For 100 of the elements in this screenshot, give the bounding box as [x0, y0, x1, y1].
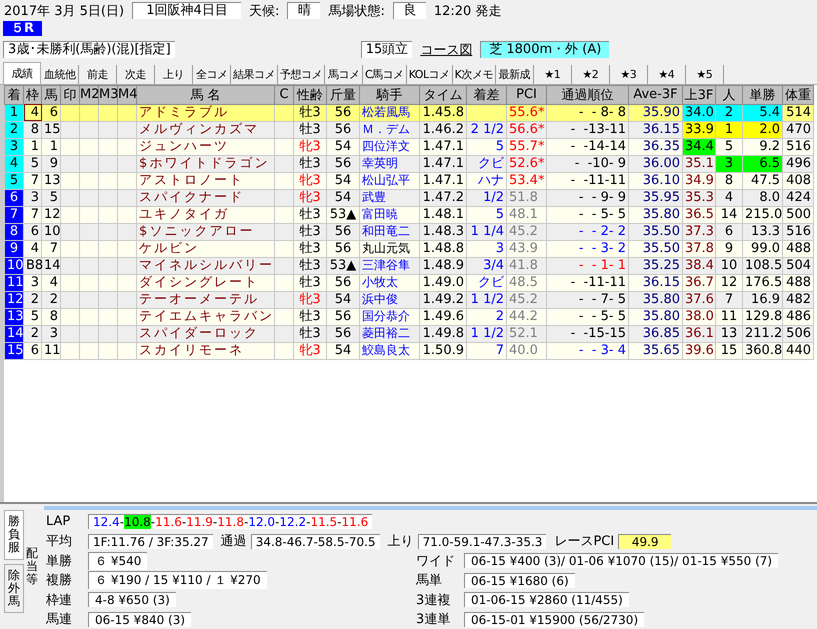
course-map-link[interactable]: コース図 [420, 40, 472, 59]
column-header[interactable]: M4 [118, 85, 136, 104]
table-row[interactable]: 11 3 4 ダイシングレート 牡3 56 小牧太 1.49.0 クビ 48.5 - -11-11 36.15 36.7 12 176.5 488 [4, 274, 814, 292]
tab[interactable]: 全コメ [193, 64, 231, 84]
table-row[interactable]: 2 8 15 メルヴィンカズマ 牡3 56 Ｍ．デム 1.46.2 2 1/2 56.6* - -13-11 36.15 33.9 1 2.0 470 [4, 121, 814, 138]
column-header[interactable]: 通過順位 [546, 85, 628, 104]
summary-field: 34.8-46.7-58.5-70.5 [250, 534, 380, 549]
sex-age-cell: 牝3 [294, 342, 326, 360]
tab[interactable]: 予想コメ [278, 64, 325, 84]
passing-order-cell: - - 3- 2 [546, 240, 628, 258]
column-header[interactable]: PCI [506, 85, 546, 104]
pci-cell: 56.6* [506, 121, 546, 138]
time-cell: 1.49.2 [420, 291, 466, 308]
popularity-cell: 7 [716, 291, 742, 308]
column-header[interactable]: 馬 名 [136, 85, 274, 104]
table-row[interactable]: 13 5 8 テイエムキャラバン 牡3 56 国分恭介 1.49.6 2 44.2 - - 5- 5 35.80 38.0 11 129.8 486 [4, 308, 814, 326]
lap-time: 12.0 [248, 515, 276, 530]
column-header[interactable]: M2 [80, 85, 98, 104]
margin-cell: 3/4 [466, 257, 506, 274]
payout-field: 06-15-01 ¥15900 (56/2730) [464, 612, 644, 627]
horse-name-cell: $ソニックアロー [136, 223, 274, 240]
column-header[interactable]: C [274, 85, 294, 104]
time-cell: 1.48.8 [420, 240, 466, 258]
table-row[interactable]: 5 7 13 アストロノート 牝3 54 松山弘平 1.47.1 ハナ 53.4* - -11-11 36.10 34.9 8 47.5 408 [4, 172, 814, 190]
column-header[interactable]: 性齢 [294, 85, 326, 104]
course-field: 芝 1800m・外 (A) [480, 41, 610, 58]
rank-cell: 7 [4, 206, 24, 224]
passing-order-cell: - -10- 9 [546, 155, 628, 172]
last-3f-cell: 35.1 [682, 155, 716, 172]
time-cell: 1.49.8 [420, 325, 466, 342]
tab[interactable]: 成績 [3, 62, 41, 84]
weight-cell: 54 [326, 342, 360, 360]
column-header[interactable]: 着差 [466, 85, 506, 104]
frame-cell: 4 [24, 104, 42, 122]
ave-3f-cell: 35.80 [628, 308, 682, 326]
column-header[interactable]: 斤量 [326, 85, 360, 104]
table-row[interactable]: 3 1 1 ジュンハーツ 牝3 54 四位洋文 1.47.1 5 55.7* - -14-14 36.35 34.4 5 9.2 516 [4, 138, 814, 156]
time-cell: 1.49.0 [420, 274, 466, 292]
odds-cell: 5.4 [742, 104, 782, 122]
column-header[interactable]: 上3F [682, 85, 716, 104]
lap-time: 11.8 [217, 515, 244, 530]
side-tab[interactable]: 除外馬 [4, 564, 24, 614]
payout-type-label: 単勝 [45, 552, 73, 570]
table-row[interactable]: 14 2 3 スパイダーロック 牡3 56 菱田裕二 1.49.8 1 1/2 52.1 - -15-15 36.85 36.1 13 211.2 506 [4, 325, 814, 342]
summary-field: 49.9 [618, 534, 672, 549]
body-weight-cell: 488 [782, 274, 814, 292]
last-3f-cell: 36.5 [682, 206, 716, 224]
table-row[interactable]: 8 6 10 $ソニックアロー 牡3 56 和田竜二 1.48.3 1 1/4 45.2 - - 2- 2 35.50 37.3 6 13.3 516 [4, 223, 814, 240]
column-header[interactable]: Ave-3F [628, 85, 682, 104]
column-header[interactable]: 印 [60, 85, 80, 104]
table-row[interactable]: 10 B8 14 マイネルシルバリー 牡3 53▲ 三津谷隼 1.48.9 3/4 41.8 - - 1- 1 35.25 38.4 10 108.5 504 [4, 257, 814, 274]
tab[interactable]: 結果コメ [231, 64, 278, 84]
tab[interactable]: 最新成 [496, 64, 534, 84]
margin-cell: 1 1/2 [466, 291, 506, 308]
passing-order-cell: - - 9- 9 [546, 189, 628, 206]
weight-cell: 53▲ [326, 206, 360, 224]
table-row[interactable]: 1 4 6 アドミラブル 牡3 56 松若風馬 1.45.8 55.6* - - 8- 8 35.90 34.0 2 5.4 514 [4, 104, 814, 122]
popularity-cell: 5 [716, 138, 742, 156]
column-header[interactable]: M3 [98, 85, 118, 104]
column-header[interactable]: 人 [716, 85, 742, 104]
table-row[interactable]: 4 5 9 $ホワイトドラゴン 牡3 56 幸英明 1.47.1 クビ 52.6* - -10- 9 36.00 35.1 3 6.5 496 [4, 155, 814, 172]
payout-field: 06-15 ¥840 (3) [88, 612, 192, 627]
column-header[interactable]: 馬 [42, 85, 60, 104]
column-header[interactable]: 体重 [782, 85, 814, 104]
time-cell: 1.47.1 [420, 138, 466, 156]
column-header[interactable]: 単勝 [742, 85, 782, 104]
side-tab[interactable]: 勝負服 [4, 510, 24, 560]
column-header[interactable]: タイム [420, 85, 466, 104]
tab[interactable]: C馬コメ [363, 64, 407, 84]
table-row[interactable]: 7 7 12 ユキノタイガ 牡3 53▲ 富田暁 1.48.1 5 48.1 - - 5- 5 35.80 36.5 14 215.0 500 [4, 206, 814, 224]
tab[interactable]: 馬コメ [325, 64, 363, 84]
body-weight-cell: 506 [782, 325, 814, 342]
column-header[interactable]: 着 [4, 85, 24, 104]
rank-cell: 1 [4, 104, 24, 122]
odds-cell: 2.0 [742, 121, 782, 138]
tab[interactable]: KOLコメ [406, 64, 453, 84]
body-weight-cell: 500 [782, 206, 814, 224]
weight-cell: 56 [326, 104, 360, 122]
tab[interactable]: 血統他 [41, 64, 79, 84]
table-row[interactable]: 9 4 7 ケルビン 牡3 56 丸山元気 1.48.8 3 43.9 - - 3- 2 35.50 37.8 9 99.0 488 [4, 240, 814, 258]
column-header[interactable]: 枠 [24, 85, 42, 104]
rank-cell: 11 [4, 274, 24, 292]
ave-3f-cell: 36.15 [628, 274, 682, 292]
summary-label: 通過 [220, 533, 247, 550]
horse-name-cell: スカイリモーネ [136, 342, 274, 360]
table-row[interactable]: 12 2 2 テーオーメーテル 牝3 54 浜中俊 1.49.2 1 1/2 45.2 - - 7- 5 35.80 37.6 7 16.9 482 [4, 291, 814, 308]
table-row[interactable]: 15 6 11 スカイリモーネ 牝3 54 鮫島良太 1.50.9 7 40.0 - - 3- 4 35.65 39.6 15 360.8 440 [4, 342, 814, 360]
payout-label: 配当等 [26, 546, 38, 586]
column-header[interactable]: 騎手 [360, 85, 420, 104]
last-3f-cell: 34.9 [682, 172, 716, 190]
popularity-cell: 11 [716, 308, 742, 326]
payout-type-label: 3連単 [415, 611, 452, 628]
table-row[interactable]: 6 3 5 スパイクナード 牝3 54 武豊 1.47.2 1/2 51.8 - - 9- 9 35.95 35.3 4 8.0 424 [4, 189, 814, 206]
margin-cell: クビ [466, 274, 506, 292]
summary-label: 平均 [45, 533, 73, 550]
horse-name-cell: ジュンハーツ [136, 138, 274, 156]
sex-age-cell: 牝3 [294, 138, 326, 156]
tab[interactable]: K次メモ [452, 64, 496, 84]
popularity-cell: 3 [716, 155, 742, 172]
lap-separator: - [150, 515, 156, 530]
